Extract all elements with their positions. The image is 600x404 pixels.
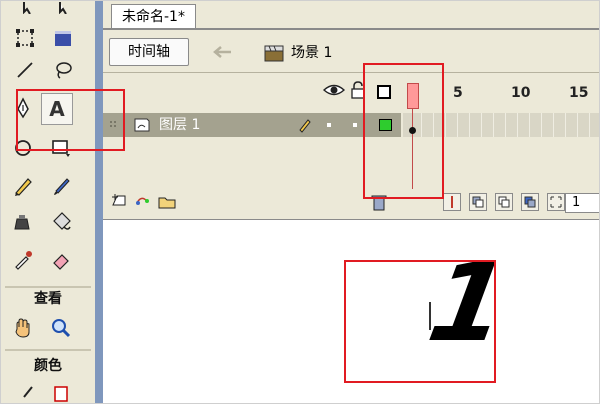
pencil-edit-icon bbox=[297, 117, 313, 136]
onion-skin-button[interactable] bbox=[469, 193, 487, 211]
layer-header bbox=[103, 77, 391, 111]
lock-dot[interactable] bbox=[353, 123, 357, 127]
current-frame-field[interactable]: 1 bbox=[565, 193, 599, 213]
frame-number-5: 5 bbox=[453, 85, 463, 101]
subselection-tool-icon[interactable] bbox=[51, 1, 79, 21]
timeline-button[interactable]: 时间轴 bbox=[109, 38, 189, 66]
eye-icon[interactable] bbox=[322, 83, 346, 100]
back-arrow-icon[interactable] bbox=[211, 45, 233, 62]
frame-number-15: 15 bbox=[569, 85, 589, 101]
insert-folder-icon bbox=[158, 197, 176, 209]
highlight-stage-text bbox=[344, 260, 496, 383]
eraser-icon[interactable] bbox=[47, 247, 75, 273]
modify-onion-markers-button[interactable] bbox=[547, 193, 565, 211]
tab-strip bbox=[103, 28, 599, 30]
stroke-color-icon[interactable] bbox=[15, 383, 43, 403]
clapper-icon bbox=[263, 44, 285, 65]
brush-tool-icon[interactable] bbox=[47, 173, 75, 199]
fill-color-icon[interactable] bbox=[47, 383, 75, 403]
paint-bucket-icon[interactable] bbox=[47, 209, 75, 235]
zoom-tool-icon[interactable] bbox=[47, 315, 75, 341]
toolbox-divider-2 bbox=[5, 349, 91, 351]
timeline-panel: 1 5 10 15 图层 1 bbox=[103, 77, 599, 217]
visibility-dot[interactable] bbox=[327, 123, 331, 127]
toolbox-edge bbox=[95, 1, 103, 403]
layer-footer: 1 bbox=[103, 189, 599, 217]
layer-name[interactable]: 图层 1 bbox=[159, 117, 200, 133]
center-frame-button[interactable] bbox=[443, 193, 461, 211]
toolbox-divider bbox=[5, 286, 91, 288]
line-tool-icon[interactable] bbox=[11, 57, 39, 83]
toolbox-panel: A 查看 颜色 bbox=[1, 1, 96, 403]
layer-row[interactable]: 图层 1 bbox=[103, 113, 401, 137]
toolbar-separator bbox=[103, 72, 599, 73]
view-section-label: 查看 bbox=[34, 291, 62, 307]
scene-label[interactable]: 场景 1 bbox=[291, 44, 332, 62]
pencil-tool-icon[interactable] bbox=[9, 173, 37, 199]
document-tab[interactable]: 未命名-1* bbox=[111, 4, 196, 28]
selection-tool-icon[interactable] bbox=[17, 1, 45, 21]
add-layer-icon[interactable] bbox=[111, 191, 183, 214]
eyedropper-icon[interactable] bbox=[9, 247, 37, 273]
app-window: A 查看 颜色 未命名-1* 时间轴 场景 1 5 10 15 图层 1 1 1 bbox=[0, 0, 600, 404]
highlight-frame-column bbox=[363, 63, 444, 199]
highlight-text-tool bbox=[16, 89, 125, 151]
free-transform-icon[interactable] bbox=[11, 25, 39, 51]
fill-transform-icon[interactable] bbox=[49, 25, 77, 51]
frame-number-10: 10 bbox=[511, 85, 531, 101]
edit-multiple-frames-button[interactable] bbox=[521, 193, 539, 211]
lasso-tool-icon[interactable] bbox=[49, 57, 77, 83]
onion-outline-button[interactable] bbox=[495, 193, 513, 211]
layer-page-icon bbox=[133, 117, 151, 136]
hand-tool-icon[interactable] bbox=[9, 315, 37, 341]
ink-bottle-icon[interactable] bbox=[9, 209, 37, 235]
color-section-label: 颜色 bbox=[34, 358, 62, 374]
